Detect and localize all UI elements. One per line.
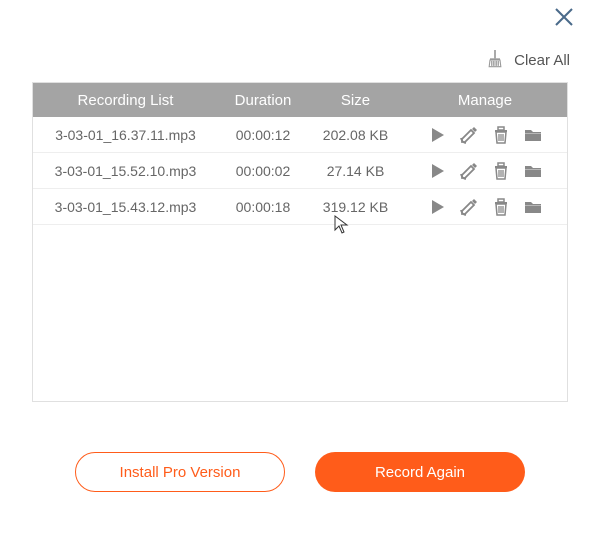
close-button[interactable]: [552, 5, 576, 34]
cell-name: 3-03-01_15.43.12.mp3: [33, 199, 218, 215]
play-button[interactable]: [428, 126, 446, 144]
cell-duration: 00:00:18: [218, 199, 308, 215]
close-icon: [552, 5, 576, 29]
trash-icon: [492, 126, 510, 144]
cell-manage: [403, 126, 567, 144]
broom-icon: [486, 50, 504, 70]
header-manage: Manage: [403, 92, 567, 109]
folder-icon: [524, 198, 542, 216]
table-row: 3-03-01_15.43.12.mp300:00:18319.12 KB: [33, 189, 567, 225]
recordings-table: Recording List Duration Size Manage 3-03…: [32, 82, 568, 402]
clear-all-label: Clear All: [514, 52, 570, 69]
cell-size: 319.12 KB: [308, 199, 403, 215]
play-button[interactable]: [428, 198, 446, 216]
edit-button[interactable]: [460, 126, 478, 144]
install-pro-label: Install Pro Version: [120, 464, 241, 481]
footer-buttons: Install Pro Version Record Again: [0, 452, 600, 492]
cell-manage: [403, 162, 567, 180]
header-size: Size: [308, 92, 403, 109]
folder-button[interactable]: [524, 126, 542, 144]
table-row: 3-03-01_16.37.11.mp300:00:12202.08 KB: [33, 117, 567, 153]
trash-icon: [492, 198, 510, 216]
header-duration: Duration: [218, 92, 308, 109]
folder-icon: [524, 126, 542, 144]
cell-duration: 00:00:12: [218, 127, 308, 143]
play-icon: [428, 126, 446, 144]
cell-manage: [403, 198, 567, 216]
clear-all-button[interactable]: Clear All: [486, 50, 570, 70]
table-header: Recording List Duration Size Manage: [33, 83, 567, 117]
cell-size: 27.14 KB: [308, 163, 403, 179]
delete-button[interactable]: [492, 162, 510, 180]
folder-button[interactable]: [524, 162, 542, 180]
cell-name: 3-03-01_16.37.11.mp3: [33, 127, 218, 143]
edit-button[interactable]: [460, 162, 478, 180]
edit-button[interactable]: [460, 198, 478, 216]
cell-duration: 00:00:02: [218, 163, 308, 179]
play-icon: [428, 162, 446, 180]
edit-icon: [460, 162, 478, 180]
header-name: Recording List: [33, 92, 218, 109]
folder-button[interactable]: [524, 198, 542, 216]
delete-button[interactable]: [492, 198, 510, 216]
record-again-label: Record Again: [375, 464, 465, 481]
install-pro-button[interactable]: Install Pro Version: [75, 452, 285, 492]
play-button[interactable]: [428, 162, 446, 180]
delete-button[interactable]: [492, 126, 510, 144]
record-again-button[interactable]: Record Again: [315, 452, 525, 492]
edit-icon: [460, 198, 478, 216]
play-icon: [428, 198, 446, 216]
cell-size: 202.08 KB: [308, 127, 403, 143]
edit-icon: [460, 126, 478, 144]
folder-icon: [524, 162, 542, 180]
table-row: 3-03-01_15.52.10.mp300:00:0227.14 KB: [33, 153, 567, 189]
trash-icon: [492, 162, 510, 180]
cell-name: 3-03-01_15.52.10.mp3: [33, 163, 218, 179]
